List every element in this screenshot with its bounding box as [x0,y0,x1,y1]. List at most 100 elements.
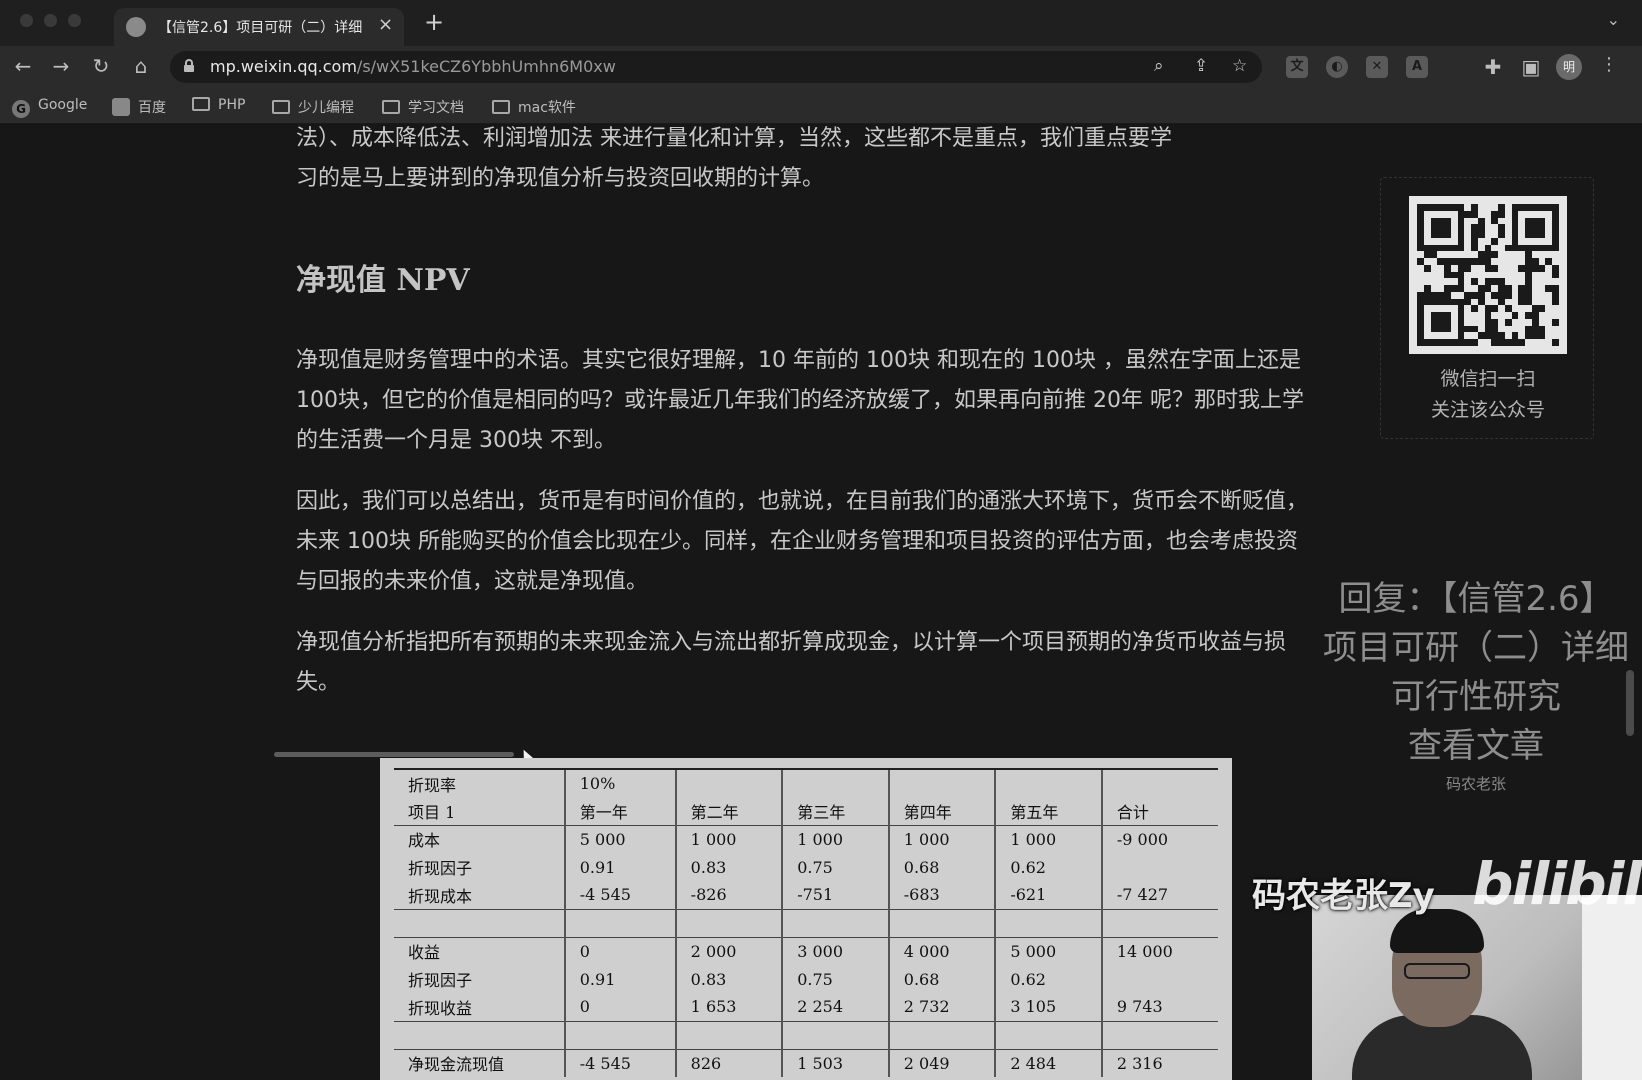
address-bar[interactable]: mp.weixin.qq.com/s/wX51keCZ6YbbhUmhn6M0x… [170,51,1262,83]
bookmarks-bar: G Google 百度 PHP 少儿编程 学习文档 mac软件 [0,88,1642,124]
table-cell: -826 [674,881,783,909]
table-cell: 0 [563,936,676,965]
folder-icon [492,100,510,114]
table-cell: 1 000 [781,825,889,853]
table-cell: 0.62 [994,853,1102,881]
overlay-line: 可行性研究 [1391,677,1561,717]
table-cell: 1 653 [674,993,783,1021]
npv-table: 折现率 10% 项目 1 第一年 第二年 第三年 第四年 第五年 合计 成本 5… [394,768,1218,1077]
new-tab-button[interactable]: + [424,8,444,36]
article-body: 法）、成本降低法、利润增加法 来进行量化和计算，当然，这些都不是重点，我们重点要… [296,125,1316,724]
table-cell: 1 000 [994,825,1102,853]
folder-icon [272,100,290,114]
table-cell: 826 [674,1048,783,1077]
bookmark-study-docs[interactable]: 学习文档 [382,97,464,117]
table-cell: -751 [781,881,889,909]
npv-paragraph-2: 因此，我们可以总结出，货币是有时间价值的，也就说，在目前我们的通涨大环境下，货币… [296,489,1309,594]
tab-bar: 【信管2.6】项目可研（二）详细 × + ⌄ [0,0,1642,46]
tab-search-chevron-icon[interactable]: ⌄ [1607,10,1620,29]
window-minimize-button[interactable] [44,14,57,27]
table-header-cell: 项目 1 [394,797,565,826]
table-cell: 14 000 [1100,936,1218,965]
forward-arrow-icon[interactable]: → [48,54,74,78]
section-heading: 净现值 NPV [296,263,470,298]
folder-icon [192,97,210,111]
table-cell: -4 545 [563,881,676,909]
font-extension-icon[interactable]: A [1406,56,1428,78]
streamer-label: 码农老张Zy [1252,876,1435,916]
table-cell: 3 000 [781,936,889,965]
overlay-author: 码农老张 [1445,775,1506,793]
x-extension-icon[interactable]: ✕ [1366,56,1388,78]
share-icon[interactable]: ⇪ [1194,56,1208,76]
table-cell: -621 [994,881,1102,909]
table-cell: 9 743 [1100,993,1218,1021]
circle-extension-icon[interactable]: ◐ [1326,56,1348,78]
overlay-line: 回复：【信管2.6】 [1338,579,1614,619]
window-close-button[interactable] [20,14,33,27]
table-row: 净现金流现值 -4 545 826 1 503 2 049 2 484 2 31… [394,1048,1218,1077]
url-text[interactable]: mp.weixin.qq.com/s/wX51keCZ6YbbhUmhn6M0x… [210,57,616,76]
folder-icon [382,100,400,114]
overlay-line: 查看文章 [1408,726,1544,766]
npv-table-image: 折现率 10% 项目 1 第一年 第二年 第三年 第四年 第五年 合计 成本 5… [380,758,1232,1080]
table-row: 折现率 10% [394,768,1218,797]
browser-menu-icon[interactable]: ⋮ [1600,54,1618,75]
table-cell: 收益 [394,936,565,965]
table-header-row: 项目 1 第一年 第二年 第三年 第四年 第五年 合计 [394,797,1218,826]
qr-follow-card: 微信扫一扫 关注该公众号 [1380,177,1594,439]
reload-icon[interactable]: ↻ [88,54,114,78]
article-page: 法）、成本降低法、利润增加法 来进行量化和计算，当然，这些都不是重点，我们重点要… [0,125,1642,1080]
table-cell: -683 [887,881,996,909]
table-header-cell: 合计 [1100,797,1218,826]
bookmark-star-icon[interactable]: ☆ [1232,56,1247,76]
table-cell: 0.68 [887,853,996,881]
back-arrow-icon[interactable]: ← [10,54,36,78]
table-cell: 2 254 [781,993,889,1021]
zoom-icon[interactable]: ⌕ [1154,56,1164,76]
table-row: 折现收益 0 1 653 2 254 2 732 3 105 9 743 [394,993,1218,1021]
table-cell: -4 545 [563,1048,676,1077]
table-cell: 0.83 [674,853,783,881]
table-row: 折现因子 0.91 0.83 0.75 0.68 0.62 [394,965,1218,993]
qr-caption-line: 关注该公众号 [1430,399,1545,421]
bookmark-php[interactable]: PHP [192,97,245,113]
table-row: 折现因子 0.91 0.83 0.75 0.68 0.62 [394,853,1218,881]
table-cell: 2 484 [994,1048,1102,1077]
table-cell: 5 000 [563,825,676,853]
home-icon[interactable]: ⌂ [128,54,154,78]
table-cell [1100,965,1218,993]
translate-extension-icon[interactable]: 文 [1286,56,1308,78]
table-cell: 0.75 [781,853,889,881]
table-spacer-row [394,908,1218,937]
bilibili-logo: bilibili [1472,850,1642,918]
table-header-cell: 第一年 [563,797,676,826]
table-cell: 5 000 [994,936,1102,965]
baidu-paw-icon [112,98,130,116]
bookmark-mac-software[interactable]: mac软件 [492,97,576,117]
extensions-puzzle-icon[interactable]: ✚ [1480,55,1506,79]
table-cell: 0.75 [781,965,889,993]
lock-icon[interactable] [184,59,194,72]
table-cell: 1 000 [674,825,783,853]
video-overlay-text: 回复：【信管2.6】 项目可研（二）详细 可行性研究 查看文章 码农老张 [1310,575,1642,797]
bookmark-google[interactable]: G Google [12,97,87,118]
profile-avatar[interactable]: 明 [1556,54,1582,80]
tab-close-icon[interactable]: × [378,14,393,35]
bookmark-kids-coding[interactable]: 少儿编程 [272,97,354,117]
bookmark-baidu[interactable]: 百度 [112,97,166,117]
table-cell: 折现因子 [408,971,473,990]
active-tab[interactable]: 【信管2.6】项目可研（二）详细 × [114,8,404,46]
table-cell: 0.83 [674,965,783,993]
tab-title: 【信管2.6】项目可研（二）详细 [158,20,363,36]
table-header-cell: 第四年 [887,797,996,826]
side-panel-icon[interactable]: ▣ [1518,55,1544,79]
window-zoom-button[interactable] [68,14,81,27]
npv-paragraph-3: 净现值分析指把所有预期的未来现金流入与流出都折算成现金，以计算一个项目预期的净货… [296,630,1287,695]
table-cell: 0.62 [994,965,1102,993]
table-cell: 折现收益 [408,998,473,1018]
scrollbar-thumb[interactable] [1626,670,1634,736]
table-cell: 折现率 [394,768,565,797]
table-cell: 3 105 [994,993,1102,1021]
qr-code-image [1409,196,1567,354]
